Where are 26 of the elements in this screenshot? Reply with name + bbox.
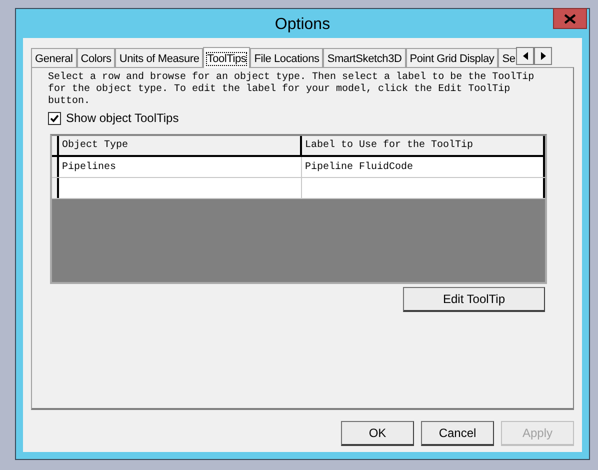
checkbox-label: Show object ToolTips [66,111,179,125]
tab[interactable]: Point Grid Display [406,48,498,67]
column-header: Label to Use for the ToolTip [302,136,545,155]
tab[interactable]: ToolTips [203,47,250,68]
close-button[interactable] [553,8,587,29]
right-arrow-icon [540,52,546,60]
table-cell[interactable]: Pipelines [59,157,302,177]
tab[interactable]: File Locations [250,48,324,67]
window-title: Options [274,16,330,34]
left-arrow-icon [522,52,528,60]
tab[interactable]: Colors [76,48,116,67]
row-header[interactable] [52,178,59,198]
instructions-text: Select a row and browse for an object type. Then select a label to be the ToolTip for the object type. To edit the label for your model, click the Edit ToolTip button. [48,72,536,108]
tab[interactable]: General [31,48,77,67]
checkbox[interactable] [48,112,61,124]
dialog-button[interactable]: OK [341,421,414,446]
dialog-button[interactable]: Cancel [421,421,494,446]
column-header: Object Type [59,136,302,155]
close-icon [564,14,576,24]
scroll-left-button[interactable] [516,47,534,65]
tab[interactable]: Se [498,48,516,67]
row-header[interactable] [52,157,59,177]
tab[interactable]: SmartSketch3D [323,48,406,67]
edit-tooltip-button[interactable]: Edit ToolTip [403,287,545,312]
tab[interactable]: Units of Measure [115,48,204,67]
scroll-right-button[interactable] [534,47,552,65]
